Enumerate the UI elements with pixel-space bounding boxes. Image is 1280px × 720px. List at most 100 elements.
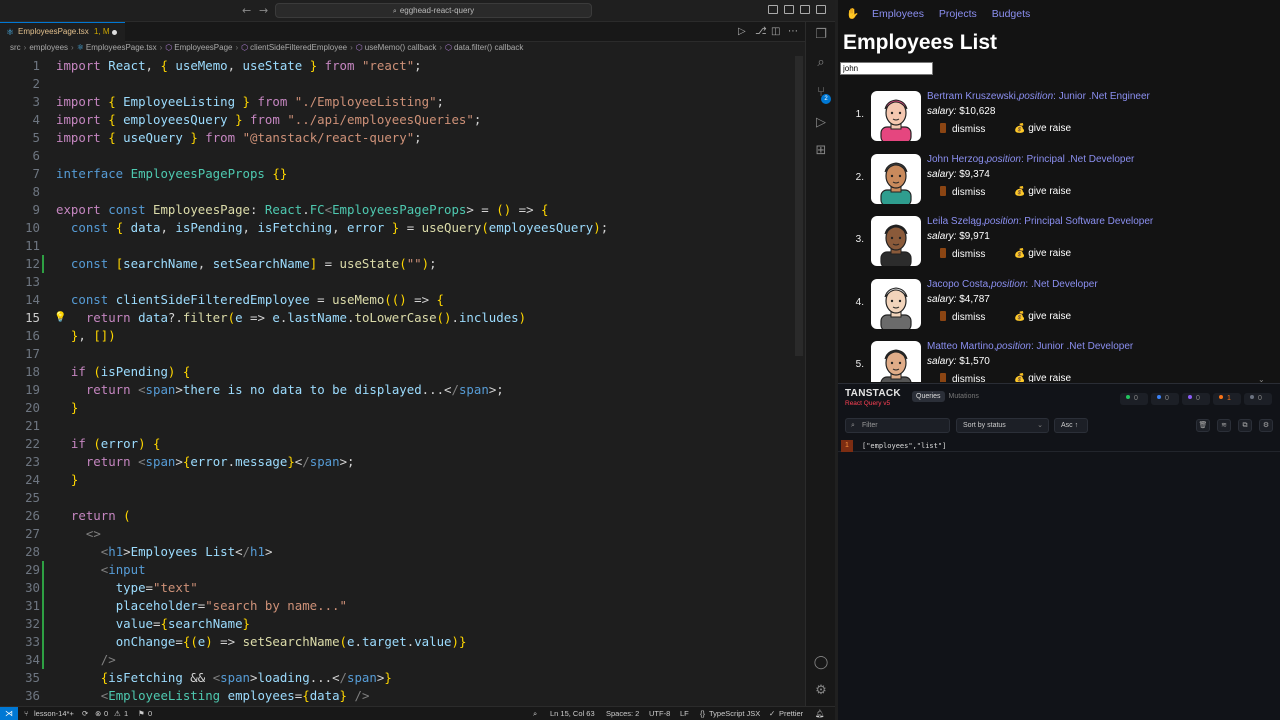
code-line[interactable]: 9 export const EmployeesPage: React.FC<Em…	[0, 201, 800, 219]
code-line[interactable]: 15 💡 return data?.filter(e => e.lastName.…	[0, 309, 800, 327]
code-line[interactable]: 34 />	[0, 651, 800, 669]
tab-employees-page[interactable]: ⚛ EmployeesPage.tsx 1, M	[0, 22, 125, 42]
code-line[interactable]: 24 }	[0, 471, 800, 489]
dismiss-button[interactable]: dismiss	[940, 373, 985, 382]
search-input[interactable]	[840, 62, 933, 75]
code-line[interactable]: 4 import { employeesQuery } from "../api/…	[0, 111, 800, 129]
dismiss-button[interactable]: dismiss	[940, 123, 985, 135]
wifi-icon[interactable]: ≋	[1217, 419, 1231, 432]
indentation[interactable]: Spaces: 2	[606, 707, 639, 720]
more-actions-icon[interactable]: ⋯	[788, 26, 798, 37]
toggle-secondary-sidebar-icon[interactable]	[800, 5, 810, 14]
code-line[interactable]: 20 }	[0, 399, 800, 417]
query-filter-input[interactable]: ⌕ Filter	[845, 418, 950, 433]
code-line[interactable]: 14 const clientSideFilteredEmployee = us…	[0, 291, 800, 309]
back-arrow-icon[interactable]: ←	[242, 4, 251, 17]
nav-employees-link[interactable]: Employees	[872, 8, 924, 20]
code-line[interactable]: 35 {isFetching && <span>loading...</span…	[0, 669, 800, 687]
give-raise-button[interactable]: 💰 give raise	[1014, 186, 1071, 197]
code-line[interactable]: 5 import { useQuery } from "@tanstack/rea…	[0, 129, 800, 147]
code-line[interactable]: 11	[0, 237, 800, 255]
code-line[interactable]: 13	[0, 273, 800, 291]
code-line[interactable]: 22 if (error) {	[0, 435, 800, 453]
split-editor-icon[interactable]: ◫	[771, 26, 780, 37]
code-editor[interactable]: 1 import React, { useMemo, useState } fro…	[0, 56, 805, 706]
dismiss-button[interactable]: dismiss	[940, 248, 985, 260]
git-branch[interactable]: lesson-14*+	[34, 707, 74, 720]
tab-mutations[interactable]: Mutations	[945, 391, 983, 402]
code-line[interactable]: 2	[0, 75, 800, 93]
code-line[interactable]: 17	[0, 345, 800, 363]
warning-count[interactable]: 1	[124, 707, 128, 720]
code-line[interactable]: 23 return <span>{error.message}</span>;	[0, 453, 800, 471]
code-line[interactable]: 8	[0, 183, 800, 201]
open-panel-icon[interactable]: ⧉	[1238, 419, 1252, 432]
account-icon[interactable]: ◯	[812, 654, 830, 672]
sync-icon[interactable]: ⟳	[82, 707, 88, 720]
breadcrumb-item[interactable]: src	[10, 43, 21, 52]
code-line[interactable]: 21	[0, 417, 800, 435]
run-icon[interactable]: ▷	[738, 26, 746, 37]
customize-layout-icon[interactable]	[816, 5, 826, 14]
search-icon[interactable]: ⌕	[812, 54, 830, 72]
tab-queries[interactable]: Queries	[912, 391, 945, 402]
forward-arrow-icon[interactable]: →	[259, 4, 268, 17]
breadcrumb-item[interactable]: clientSideFilteredEmployee	[250, 43, 347, 52]
toggle-panel-icon[interactable]	[784, 5, 794, 14]
zoom-icon[interactable]: ⌕	[533, 707, 537, 720]
command-center[interactable]: ⌕ egghead-react-query	[275, 3, 592, 18]
code-line[interactable]: 28 <h1>Employees List</h1>	[0, 543, 800, 561]
employee-name-link[interactable]: Bertram Kruszewski,position: Junior .Net…	[927, 91, 1150, 102]
nav-budgets-link[interactable]: Budgets	[992, 8, 1031, 20]
breadcrumb-item[interactable]: useMemo() callback	[365, 43, 437, 52]
breadcrumb-item[interactable]: EmployeesPage	[174, 43, 232, 52]
sort-select[interactable]: Sort by status ⌄	[956, 418, 1049, 433]
extensions-icon[interactable]: ⊞	[812, 142, 830, 160]
breadcrumb-item[interactable]: employees	[29, 43, 68, 52]
run-debug-icon[interactable]: ▷	[812, 114, 830, 132]
give-raise-button[interactable]: 💰 give raise	[1014, 311, 1071, 322]
devtools-brand[interactable]: TANSTACK	[845, 388, 901, 399]
source-control-diff-icon[interactable]: ⎇	[755, 26, 767, 37]
language-mode[interactable]: TypeScript JSX	[709, 707, 760, 720]
code-line[interactable]: 10 const { data, isPending, isFetching, …	[0, 219, 800, 237]
formatter[interactable]: Prettier	[779, 707, 803, 720]
code-line[interactable]: 32 value={searchName}	[0, 615, 800, 633]
code-line[interactable]: 29 <input	[0, 561, 800, 579]
code-line[interactable]: 18 if (isPending) {	[0, 363, 800, 381]
explorer-icon[interactable]: ❐	[812, 26, 830, 44]
nav-projects-link[interactable]: Projects	[939, 8, 977, 20]
encoding[interactable]: UTF-8	[649, 707, 670, 720]
dismiss-button[interactable]: dismiss	[940, 310, 985, 323]
code-line[interactable]: 19 return <span>there is no data to be d…	[0, 381, 800, 399]
breadcrumb-item[interactable]: EmployeesPage.tsx	[86, 43, 157, 52]
toggle-sidebar-icon[interactable]	[768, 5, 778, 14]
unsaved-dot-icon[interactable]	[112, 30, 117, 35]
cursor-position[interactable]: Ln 15, Col 63	[550, 707, 595, 720]
code-line[interactable]: 36 <EmployeeListing employees={data} />	[0, 687, 800, 705]
code-line[interactable]: 16 }, [])	[0, 327, 800, 345]
error-count[interactable]: 0	[104, 707, 108, 720]
query-row[interactable]: 1 ["employees","list"]	[838, 440, 1280, 452]
code-line[interactable]: 1 import React, { useMemo, useState } fro…	[0, 57, 800, 75]
dismiss-button[interactable]: dismiss	[940, 185, 985, 198]
code-line[interactable]: 3 import { EmployeeListing } from "./Empl…	[0, 93, 800, 111]
code-line[interactable]: 12 const [searchName, setSearchName] = u…	[0, 255, 800, 273]
remote-icon[interactable]: ⋊	[0, 707, 18, 720]
code-line[interactable]: 26 return (	[0, 507, 800, 525]
notifications-icon[interactable]: 🔔︎	[815, 707, 825, 720]
code-line[interactable]: 25	[0, 489, 800, 507]
code-line[interactable]: 7 interface EmployeesPageProps {}	[0, 165, 800, 183]
trash-icon[interactable]: 🗑︎	[1196, 419, 1210, 432]
employee-name-link[interactable]: Leila Szeląg,position: Principal Softwar…	[927, 216, 1153, 227]
gear-icon[interactable]: ⚙	[1259, 419, 1273, 432]
give-raise-button[interactable]: 💰 give raise	[1014, 373, 1071, 382]
editor-scrollbar[interactable]	[795, 56, 803, 356]
code-line[interactable]: 31 placeholder="search by name..."	[0, 597, 800, 615]
code-line[interactable]: 27 <>	[0, 525, 800, 543]
breadcrumb-item[interactable]: data.filter() callback	[454, 43, 523, 52]
gear-icon[interactable]: ⚙	[812, 682, 830, 700]
line-ending[interactable]: LF	[680, 707, 689, 720]
employee-name-link[interactable]: Jacopo Costa,position: .Net Developer	[927, 279, 1098, 290]
code-line[interactable]: 30 type="text"	[0, 579, 800, 597]
